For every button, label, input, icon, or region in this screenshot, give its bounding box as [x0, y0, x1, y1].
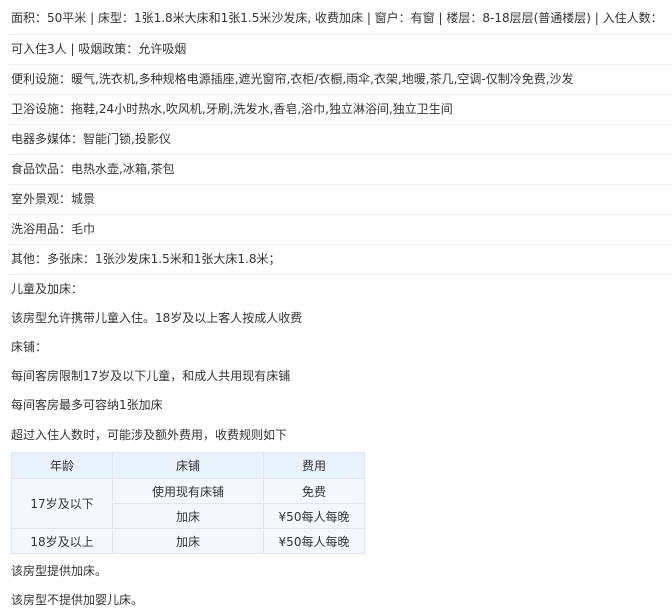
facility-label: 卫浴设施：	[11, 102, 72, 116]
facility-value: 毛巾	[71, 222, 96, 236]
facility-label: 室外景观：	[11, 192, 72, 206]
fee-cell: ¥50每人每晚	[263, 503, 365, 529]
facility-value: 城景	[71, 192, 96, 206]
header-fee: 费用	[263, 452, 365, 479]
over-capacity-text: 超过入住人数时，可能涉及额外费用，收费规则如下	[11, 428, 288, 442]
facility-row-toiletries: 洗浴用品：毛巾	[8, 215, 672, 245]
room-info-line-1: 面积：50平米 | 床型：1张1.8米大床和1张1.5米沙发床, 收费加床 | …	[8, 0, 672, 35]
table-header-row: 年龄 床铺 费用	[11, 452, 365, 479]
facility-label: 洗浴用品：	[11, 222, 72, 236]
facility-row-other: 其他：多张床：1张沙发床1.5米和1张大床1.8米；	[8, 245, 672, 275]
facility-label: 便利设施：	[11, 72, 72, 86]
age-cell: 17岁及以下	[11, 478, 113, 529]
room-info-line-2: 可入住3人 | 吸烟政策：允许吸烟	[8, 35, 672, 65]
extra-bed-available-text: 该房型提供加床。	[11, 564, 108, 578]
facility-row-outdoor-view: 室外景观：城景	[8, 185, 672, 215]
table-row: 17岁及以下 使用现有床铺 免费	[11, 478, 365, 529]
bed-cell: 加床	[112, 503, 264, 529]
table-row: 18岁及以上 加床 ¥50每人每晚	[11, 528, 365, 554]
children-policy-title: 儿童及加床：	[11, 282, 84, 296]
facility-row-bathroom: 卫浴设施：拖鞋,24小时热水,吹风机,牙刷,洗发水,香皂,浴巾,独立淋浴间,独立…	[8, 95, 672, 125]
facility-value: 电热水壶,冰箱,茶包	[71, 162, 175, 176]
no-crib-text: 该房型不提供加婴儿床。	[11, 593, 144, 607]
children-policy-text: 该房型允许携带儿童入住。18岁及以上客人按成人收费	[11, 311, 303, 325]
facility-label: 电器多媒体：	[11, 132, 84, 146]
facility-value: 暖气,洗衣机,多种规格电源插座,遮光窗帘,衣柜/衣橱,雨伞,衣架,地暖,茶几,空…	[71, 72, 574, 86]
bed-limit-text: 每间客房限制17岁及以下儿童，和成人共用现有床铺	[11, 369, 291, 383]
facility-value: 多张床：1张沙发床1.5米和1张大床1.8米；	[47, 252, 281, 266]
header-age: 年龄	[11, 452, 113, 479]
facility-row-food-drink: 食品饮品：电热水壶,冰箱,茶包	[8, 155, 672, 185]
header-bed: 床铺	[112, 452, 264, 479]
bed-cell: 使用现有床铺	[112, 478, 264, 504]
facility-value: 智能门锁,投影仪	[83, 132, 171, 146]
facility-row-electronics: 电器多媒体：智能门锁,投影仪	[8, 125, 672, 155]
facility-row-convenience: 便利设施：暖气,洗衣机,多种规格电源插座,遮光窗帘,衣柜/衣橱,雨伞,衣架,地暖…	[8, 65, 672, 95]
facility-label: 其他：	[11, 252, 48, 266]
bed-cell: 加床	[112, 528, 264, 554]
facility-value: 拖鞋,24小时热水,吹风机,牙刷,洗发水,香皂,浴巾,独立淋浴间,独立卫生间	[71, 102, 453, 116]
extra-bed-fee-table: 年龄 床铺 费用 17岁及以下 使用现有床铺 免费 加床 ¥50每人每晚 18岁…	[11, 452, 365, 554]
age-cell: 18岁及以上	[11, 528, 113, 554]
extra-bed-max-text: 每间客房最多可容纳1张加床	[11, 398, 163, 412]
facility-label: 食品饮品：	[11, 162, 72, 176]
fee-cell: ¥50每人每晚	[263, 528, 365, 554]
bed-policy-title: 床铺：	[11, 340, 48, 354]
room-detail-panel: 面积：50平米 | 床型：1张1.8米大床和1张1.5米沙发床, 收费加床 | …	[0, 0, 672, 615]
fee-cell-free: 免费	[263, 478, 365, 504]
